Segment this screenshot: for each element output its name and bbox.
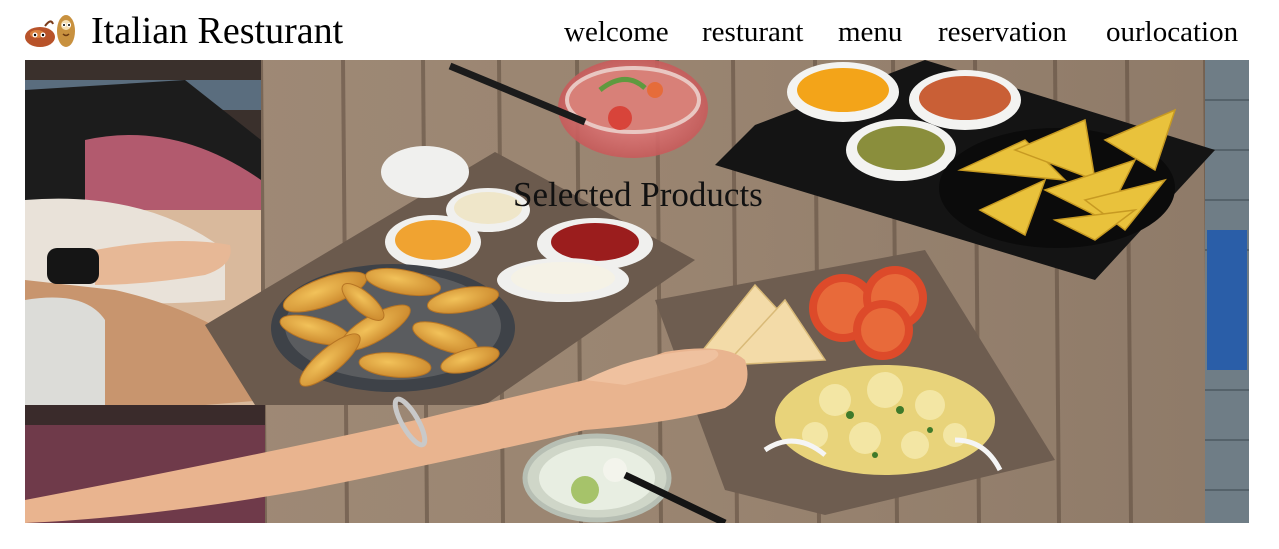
nav-menu[interactable]: menu — [838, 14, 902, 50]
hero-title: Selected Products — [513, 175, 763, 214]
site-header: Italian Resturant welcome resturant menu… — [0, 0, 1279, 60]
food-table-photo — [25, 60, 1249, 523]
nav-reservation[interactable]: reservation — [938, 14, 1067, 50]
potato-mascot-icon[interactable] — [23, 12, 79, 50]
nav-ourlocation[interactable]: ourlocation — [1106, 14, 1238, 50]
nav-resturant[interactable]: resturant — [702, 14, 803, 50]
nav-welcome[interactable]: welcome — [564, 14, 669, 50]
brand-name[interactable]: Italian Resturant — [91, 9, 343, 53]
hero-banner: Selected Products — [25, 60, 1249, 523]
